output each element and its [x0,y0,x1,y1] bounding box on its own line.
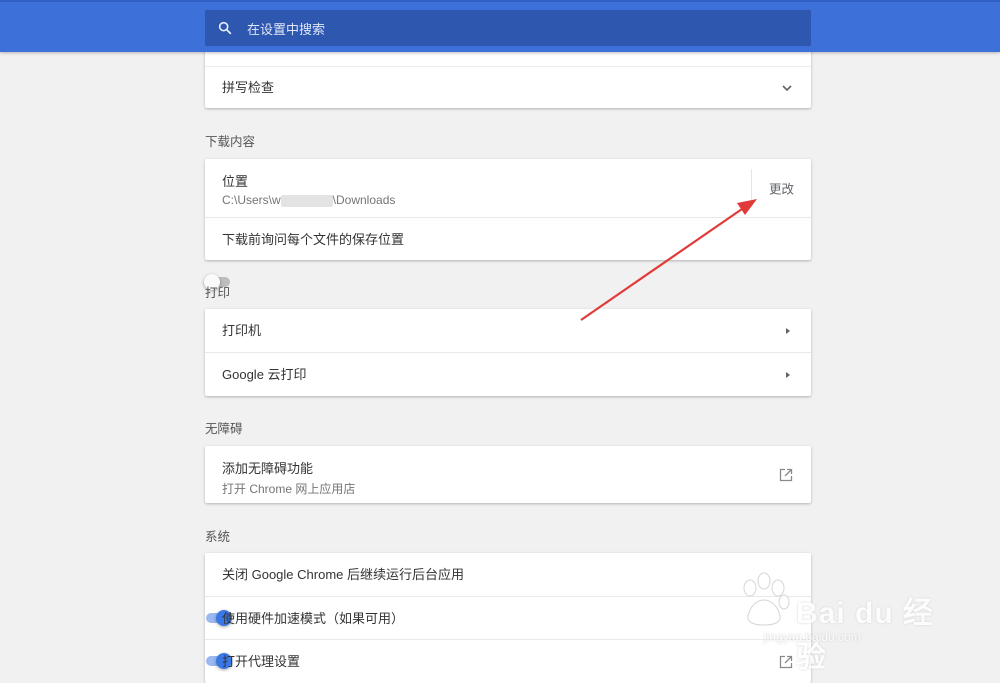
print-section-title: 打印 [205,286,231,300]
change-location-button[interactable]: 更改 [769,179,794,198]
printers-row[interactable]: 打印机 [205,309,811,352]
printers-label: 打印机 [222,323,262,338]
cloud-print-label: Google 云打印 [222,367,307,382]
download-location-row: 位置 C:\Users\w \Downloads 更改 [205,159,811,217]
system-section-title: 系统 [205,530,231,544]
add-accessibility-row[interactable]: 添加无障碍功能 打开 Chrome 网上应用店 [205,446,811,503]
search-box[interactable] [205,10,811,48]
redacted-username [280,194,333,207]
proxy-settings-row[interactable]: 打开代理设置 [205,639,811,683]
toolbar [0,0,1000,52]
background-apps-row[interactable]: 关闭 Google Chrome 后继续运行后台应用 [205,553,811,626]
background-apps-label: 关闭 Google Chrome 后继续运行后台应用 [222,567,464,582]
spellcheck-label: 拼写检查 [222,80,275,95]
chevron-down-icon[interactable] [781,82,793,94]
cloud-print-row[interactable]: Google 云打印 [205,352,811,396]
open-in-new-icon[interactable] [779,468,793,482]
vertical-divider [751,169,752,207]
search-icon [218,21,232,35]
system-card: 关闭 Google Chrome 后继续运行后台应用 使用硬件加速模式（如果可用… [205,553,811,683]
open-in-new-icon[interactable] [779,655,793,669]
downloads-card: 位置 C:\Users\w \Downloads 更改 下载前询问每个文件的保存位… [204,159,811,290]
accessibility-card: 添加无障碍功能 打开 Chrome 网上应用店 [205,446,811,503]
search-input[interactable] [245,10,789,48]
ask-location-label: 下载前询问每个文件的保存位置 [222,232,405,247]
downloads-section-title: 下载内容 [205,135,256,149]
arrow-right-icon [786,327,790,334]
hardware-acceleration-label: 使用硬件加速模式（如果可用） [222,611,405,626]
spellcheck-card: 拼写检查 [205,44,811,108]
baidu-watermark: Bai du 经验 jingyan.baidu.com [734,566,944,674]
spellcheck-row[interactable]: 拼写检查 [205,67,811,108]
add-accessibility-label: 添加无障碍功能 [222,461,314,476]
accessibility-section-title: 无障碍 [205,422,243,436]
ask-location-row[interactable]: 下载前询问每个文件的保存位置 [204,217,811,290]
arrow-right-icon [786,371,790,378]
hardware-acceleration-row[interactable]: 使用硬件加速模式（如果可用） [205,596,811,669]
add-accessibility-sub: 打开 Chrome 网上应用店 [222,482,356,496]
download-location-path: C:\Users\w \Downloads [222,193,396,207]
print-card: 打印机 Google 云打印 [205,309,811,396]
download-location-label: 位置 [222,174,249,189]
proxy-settings-label: 打开代理设置 [222,654,301,669]
paw-logo-icon [743,572,790,626]
watermark-url: jingyan.baidu.com [764,630,861,644]
